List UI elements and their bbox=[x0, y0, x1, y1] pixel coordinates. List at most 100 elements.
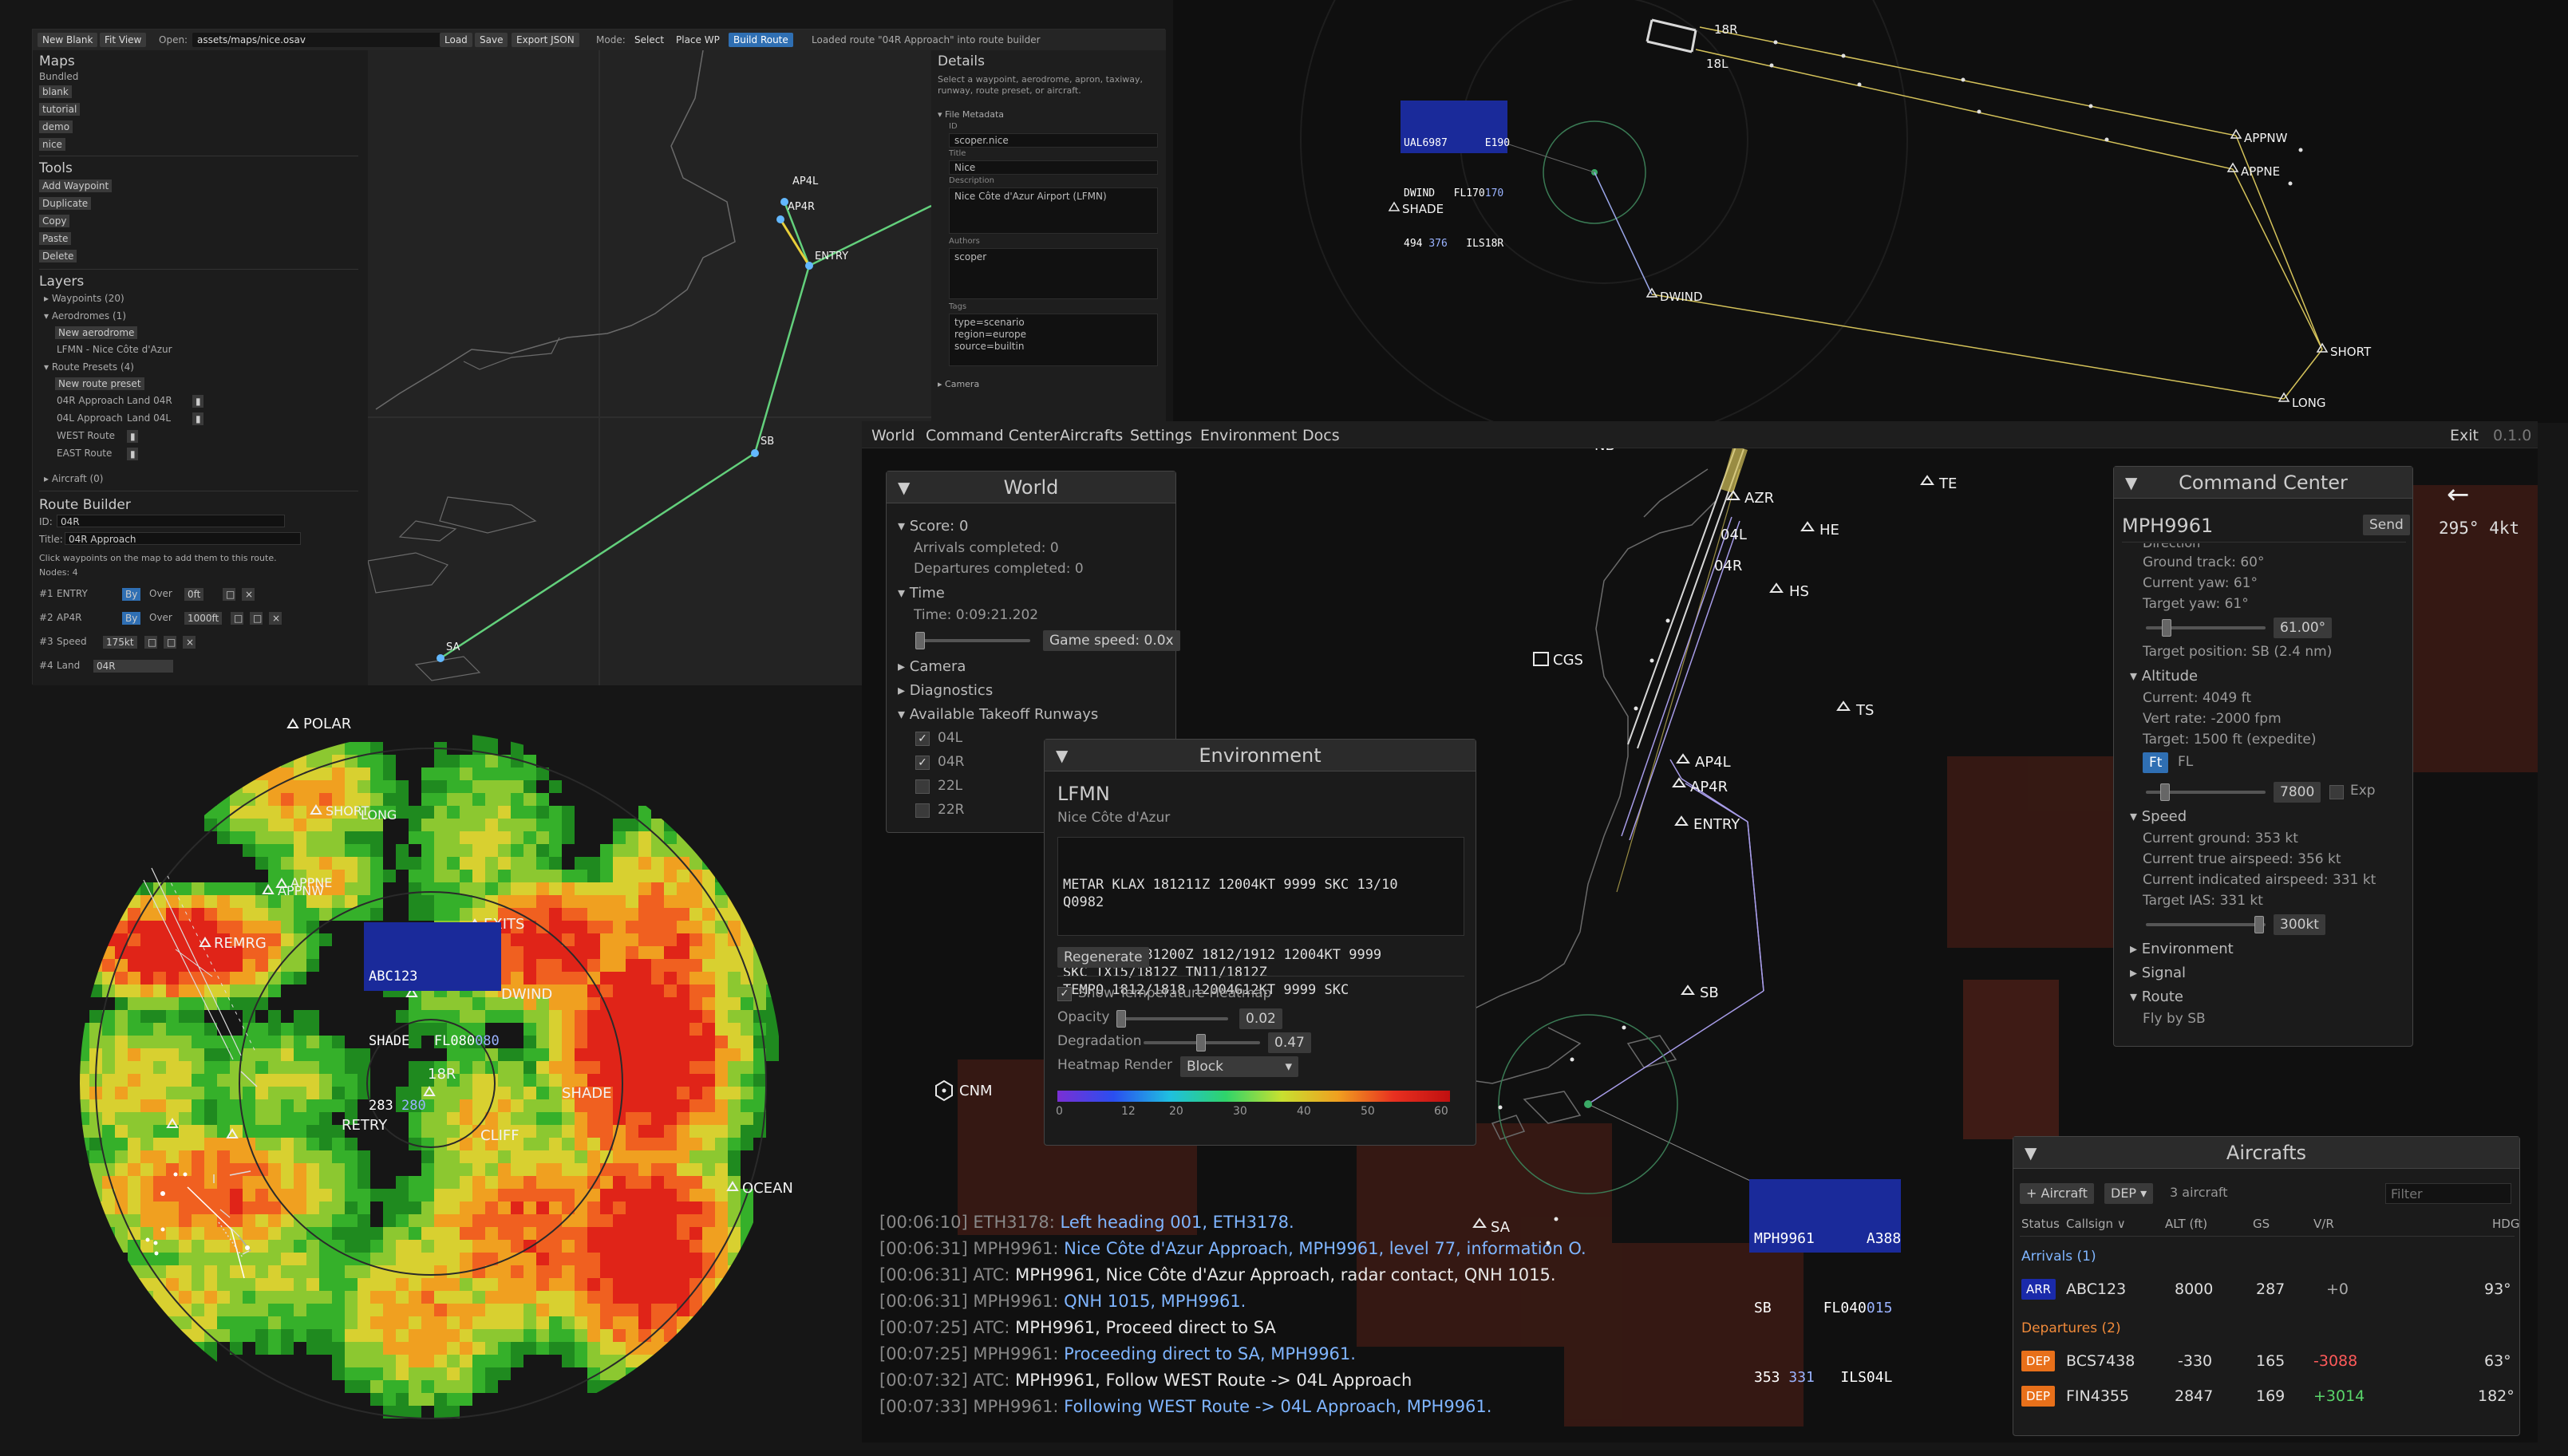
load-button[interactable]: Load bbox=[440, 33, 472, 47]
altitude-section[interactable]: ▾ Altitude bbox=[2130, 668, 2198, 685]
signal-section[interactable]: ▸ Signal bbox=[2130, 965, 2186, 981]
preset-land-checkbox[interactable]: Land 04L bbox=[127, 412, 171, 424]
fly-over-toggle[interactable]: Over bbox=[149, 588, 172, 599]
aircraft-row-abc123[interactable]: ARR ABC123 8000 287 +0 93° bbox=[2013, 1273, 2519, 1304]
route-id-input[interactable]: 04R bbox=[57, 515, 285, 527]
runway-22r-checkbox[interactable] bbox=[915, 803, 930, 818]
departures-heading[interactable]: Departures (2) bbox=[2021, 1320, 2121, 1336]
heading-value[interactable]: 61.00° bbox=[2274, 618, 2333, 638]
weather-heatmap-radar[interactable]: POLAR SHORT LONG APPNE APPNW REMRG EXITS… bbox=[32, 700, 846, 1450]
score-section[interactable]: ▾ Score: 0 bbox=[898, 518, 968, 535]
menu-docs[interactable]: Docs bbox=[1302, 427, 1340, 444]
col-hdg[interactable]: HDG bbox=[2492, 1217, 2519, 1231]
heatmap-render-select[interactable]: Block ▾ bbox=[1180, 1056, 1298, 1077]
layer-waypoints[interactable]: ▸ Waypoints (20) bbox=[44, 293, 124, 304]
preset-04l-approach[interactable]: 04L Approach bbox=[57, 412, 123, 424]
aircraft-row-bcs7438[interactable]: DEP BCS7438 -330 165 -3088 63° bbox=[2013, 1344, 2519, 1376]
opacity-slider[interactable] bbox=[1120, 1017, 1228, 1020]
node-value-input[interactable]: 1000ft bbox=[184, 612, 223, 625]
aircraft-filter-input[interactable] bbox=[2385, 1183, 2511, 1204]
status-filter-select[interactable]: DEP ▾ bbox=[2104, 1183, 2154, 1204]
copy-button[interactable]: Copy bbox=[39, 215, 70, 227]
meta-authors-input[interactable]: scoper bbox=[949, 248, 1158, 299]
aircraft-tag-ual6987[interactable]: UAL6987 E190 DWIND FL170170 494 376 ILS1… bbox=[1401, 101, 1510, 250]
preset-west-route[interactable]: WEST Route bbox=[57, 430, 115, 441]
aerodrome-item[interactable]: LFMN - Nice Côte d'Azur bbox=[57, 344, 172, 355]
diagnostics-section[interactable]: ▸ Diagnostics bbox=[898, 682, 993, 699]
meta-title-input[interactable]: Nice bbox=[949, 160, 1158, 175]
world-window-title[interactable]: ▼ World bbox=[887, 472, 1175, 503]
map-item-blank[interactable]: blank bbox=[39, 85, 72, 98]
menu-aircrafts[interactable]: Aircrafts bbox=[1060, 427, 1123, 444]
camera-section[interactable]: ▸ Camera bbox=[938, 379, 979, 389]
remove-icon[interactable]: × bbox=[183, 636, 196, 649]
preset-land-checkbox[interactable]: Land 04R bbox=[127, 395, 172, 406]
map-item-nice[interactable]: nice bbox=[39, 138, 65, 151]
map-item-demo[interactable]: demo bbox=[39, 120, 73, 133]
command-center-window-title[interactable]: ▼ Command Center bbox=[2114, 467, 2412, 499]
runway-select[interactable]: 04R bbox=[93, 660, 173, 673]
fly-over-toggle[interactable]: Over bbox=[149, 612, 172, 623]
collapse-triangle-icon[interactable]: ▼ bbox=[2025, 1137, 2037, 1169]
export-json-button[interactable]: Export JSON bbox=[512, 33, 579, 47]
remove-icon[interactable]: × bbox=[242, 588, 255, 601]
route-section[interactable]: ▾ Route bbox=[2130, 988, 2183, 1005]
send-button[interactable]: Send bbox=[2363, 515, 2410, 535]
approach-radar-view[interactable]: 18R 18L APPNW APPNE SHORT LONG DWIND SHA… bbox=[1173, 0, 2568, 423]
regenerate-button[interactable]: Regenerate bbox=[1057, 947, 1149, 968]
menu-world[interactable]: World bbox=[871, 427, 915, 444]
preset-04r-approach[interactable]: 04R Approach bbox=[57, 395, 124, 406]
map-item-tutorial[interactable]: tutorial bbox=[39, 103, 81, 116]
paste-button[interactable]: Paste bbox=[39, 232, 72, 245]
speed-knob[interactable] bbox=[2254, 916, 2264, 933]
fit-view-button[interactable]: Fit View bbox=[100, 33, 147, 47]
move-down-icon[interactable]: □ bbox=[164, 636, 176, 649]
move-up-icon[interactable]: □ bbox=[144, 636, 157, 649]
route-title-input[interactable]: 04R Approach bbox=[65, 532, 301, 545]
game-speed-value[interactable]: Game speed: 0.0x bbox=[1043, 630, 1180, 651]
fly-by-toggle[interactable]: By bbox=[122, 588, 141, 601]
delete-button[interactable]: Delete bbox=[39, 250, 77, 262]
new-aerodrome-button[interactable]: New aerodrome bbox=[55, 326, 138, 339]
mode-place-wp-button[interactable]: Place WP bbox=[671, 33, 725, 47]
meta-id-input[interactable]: scoper.nice bbox=[949, 133, 1158, 148]
mode-build-route-button[interactable]: Build Route bbox=[729, 33, 793, 47]
unit-fl-toggle[interactable]: FL bbox=[2178, 754, 2193, 770]
menu-settings[interactable]: Settings bbox=[1130, 427, 1192, 444]
runway-04l-checkbox[interactable]: ✓ bbox=[915, 732, 930, 746]
aircraft-row-fin4355[interactable]: DEP FIN4355 2847 169 +3014 182° bbox=[2013, 1379, 2519, 1411]
file-metadata-section[interactable]: ▾ File Metadata bbox=[938, 109, 1004, 120]
save-button[interactable]: Save bbox=[475, 33, 508, 47]
move-up-icon[interactable]: □ bbox=[231, 612, 243, 625]
col-gs[interactable]: GS bbox=[2253, 1217, 2270, 1231]
meta-tags-input[interactable]: type=scenario region=europe source=built… bbox=[949, 314, 1158, 366]
aircraft-tag-mph9961[interactable]: MPH9961 A388 SB FL040015 353 331 ILS04L bbox=[1749, 1179, 1901, 1386]
col-callsign[interactable]: Callsign ∨ bbox=[2066, 1217, 2126, 1231]
heading-knob[interactable] bbox=[2162, 619, 2171, 637]
col-alt[interactable]: ALT (ft) bbox=[2165, 1217, 2207, 1231]
new-blank-button[interactable]: New Blank bbox=[38, 33, 98, 47]
duplicate-button[interactable]: Duplicate bbox=[39, 197, 92, 210]
menu-exit[interactable]: Exit bbox=[2450, 427, 2479, 444]
unit-ft-toggle[interactable]: Ft bbox=[2143, 752, 2169, 773]
aircrafts-window-title[interactable]: ▼ Aircrafts bbox=[2013, 1137, 2519, 1169]
speed-value[interactable]: 300kt bbox=[2274, 914, 2325, 935]
editor-map-canvas[interactable]: AP4L AP4R ENTRY SB SA bbox=[368, 50, 931, 685]
collapse-triangle-icon[interactable]: ▼ bbox=[2125, 467, 2137, 499]
runway-22l-checkbox[interactable] bbox=[915, 779, 930, 794]
col-status[interactable]: Status bbox=[2021, 1217, 2060, 1231]
runway-04r-checkbox[interactable]: ✓ bbox=[915, 756, 930, 770]
open-path-input[interactable]: assets/maps/nice.osav bbox=[192, 33, 464, 47]
trash-icon[interactable]: ▮ bbox=[192, 412, 203, 425]
environment-window-title[interactable]: ▼ Environment bbox=[1045, 740, 1476, 771]
takeoff-runways-section[interactable]: ▾ Available Takeoff Runways bbox=[898, 706, 1098, 723]
node-value-input[interactable]: 0ft bbox=[184, 588, 204, 601]
layer-aircraft[interactable]: ▸ Aircraft (0) bbox=[44, 473, 103, 484]
collapse-triangle-icon[interactable]: ▼ bbox=[1056, 740, 1068, 771]
fly-by-toggle[interactable]: By bbox=[122, 612, 141, 625]
speed-section[interactable]: ▾ Speed bbox=[2130, 808, 2187, 825]
node-value-input[interactable]: 175kt bbox=[103, 636, 137, 649]
menu-command-center[interactable]: Command Center bbox=[926, 427, 1060, 444]
add-aircraft-button[interactable]: + Aircraft bbox=[2020, 1183, 2094, 1204]
collapse-triangle-icon[interactable]: ▼ bbox=[898, 472, 910, 503]
